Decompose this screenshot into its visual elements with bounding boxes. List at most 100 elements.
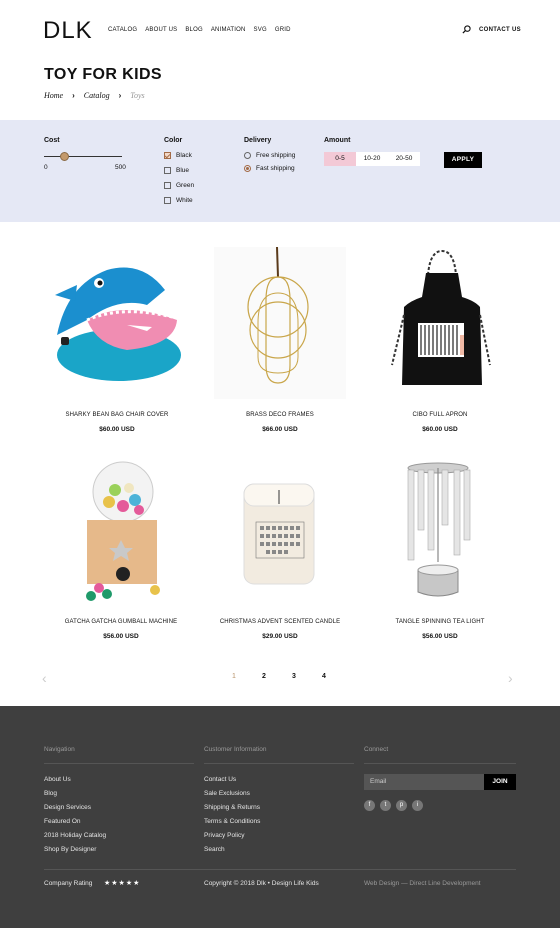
chevron-right-icon[interactable]: › [508,670,513,686]
page-1[interactable]: 1 [230,673,238,680]
cost-slider-track[interactable] [44,156,122,157]
product-image-apron[interactable] [370,245,510,400]
cost-max: 500 [115,164,126,171]
product-name[interactable]: TANGLE SPINNING TEA LIGHT [370,619,510,625]
nav-animation[interactable]: ANIMATION [211,27,246,33]
footer-link[interactable]: Contact Us [204,776,260,783]
page-title: TOY FOR KIDS [44,66,163,83]
product-card[interactable]: BRASS DECO FRAMES $66.00 USD [210,245,350,433]
footer-link[interactable]: Design Services [44,804,106,811]
footer-link[interactable]: 2018 Holiday Catalog [44,832,106,839]
breadcrumb-current: Toys [130,91,145,100]
footer-link[interactable]: Shipping & Returns [204,804,260,811]
pinterest-icon[interactable]: p [396,800,407,811]
color-label: Black [176,152,192,159]
delivery-label: Fast shipping [256,165,295,172]
twitter-icon[interactable]: t [380,800,391,811]
color-label: Blue [176,167,190,174]
delivery-option-free[interactable]: Free shipping [244,152,295,159]
chevron-right-icon: › [72,91,75,100]
amount-option-10-20[interactable]: 10-20 [356,152,388,166]
nav-svg[interactable]: SVG [254,27,267,33]
credit-link[interactable]: Web Design — Direct Line Development [364,880,481,887]
cost-slider-handle[interactable] [60,152,69,161]
color-option-green[interactable]: Green [164,182,194,189]
footer-link[interactable]: Blog [44,790,106,797]
filter-color-title: Color [164,137,183,144]
checkbox[interactable] [164,197,171,204]
footer-link[interactable]: Search [204,846,260,853]
product-price: $56.00 USD [422,633,458,640]
page-4[interactable]: 4 [320,673,328,680]
amount-option-20-50[interactable]: 20-50 [388,152,420,166]
nav-catalog[interactable]: CATALOG [108,27,137,33]
divider [44,763,194,764]
footer-link[interactable]: Sale Exclusions [204,790,260,797]
nav-grid[interactable]: GRID [275,27,291,33]
product-card[interactable]: CHRISTMAS ADVENT SCENTED CANDLE $29.00 U… [210,452,350,640]
chevron-left-icon[interactable]: ‹ [42,670,47,686]
join-button[interactable]: JOIN [484,774,516,790]
product-price: $60.00 USD [99,426,135,433]
delivery-label: Free shipping [256,152,296,159]
delivery-option-fast[interactable]: Fast shipping [244,165,295,172]
nav-about-us[interactable]: ABOUT US [145,27,177,33]
color-label: Green [176,182,195,189]
breadcrumb: Home › Catalog › Toys [44,91,145,100]
product-price: $56.00 USD [103,633,139,640]
footer-connect-title: Connect [364,746,389,753]
filter-amount-title: Amount [324,137,351,144]
divider [364,763,516,764]
footer-nav-title: Navigation [44,746,75,753]
product-name[interactable]: CHRISTMAS ADVENT SCENTED CANDLE [210,619,350,625]
product-image-shark-bean-bag[interactable] [47,245,187,400]
contact-us-link[interactable]: CONTACT US [479,27,521,33]
product-name[interactable]: CIBO FULL APRON [370,412,510,418]
search-icon[interactable] [462,25,471,34]
site-header: DLK CATALOG ABOUT US BLOG ANIMATION SVG … [0,0,560,60]
product-image-tea-light[interactable] [370,452,510,607]
product-card[interactable]: GATCHA GATCHA GUMBALL MACHINE $56.00 USD [51,452,191,640]
product-image-advent-candle[interactable] [210,452,350,607]
color-option-blue[interactable]: Blue [164,167,189,174]
product-name[interactable]: BRASS DECO FRAMES [210,412,350,418]
footer-link[interactable]: About Us [44,776,106,783]
breadcrumb-catalog[interactable]: Catalog [84,91,110,100]
breadcrumb-home[interactable]: Home [44,91,63,100]
amount-option-0-5[interactable]: 0-5 [324,152,356,166]
checkbox[interactable] [164,167,171,174]
footer-link[interactable]: Privacy Policy [204,832,260,839]
email-input[interactable]: Email [364,774,484,790]
footer-nav-list: About Us Blog Design Services Featured O… [44,776,106,853]
instagram-icon[interactable]: i [412,800,423,811]
product-price: $60.00 USD [422,426,458,433]
apply-button[interactable]: APPLY [444,152,482,168]
logo[interactable]: DLK [43,17,93,45]
checkbox[interactable] [164,182,171,189]
footer-customer-list: Contact Us Sale Exclusions Shipping & Re… [204,776,260,853]
footer-link[interactable]: Featured On [44,818,106,825]
facebook-icon[interactable]: f [364,800,375,811]
product-price: $66.00 USD [262,426,298,433]
product-image-brass-frames[interactable] [210,245,350,400]
radio[interactable] [244,165,251,172]
product-name[interactable]: SHARKY BEAN BAG CHAIR COVER [47,412,187,418]
checkbox[interactable] [164,152,171,159]
product-card[interactable]: CIBO FULL APRON $60.00 USD [370,245,510,433]
radio[interactable] [244,152,251,159]
page-2[interactable]: 2 [260,673,268,680]
color-option-black[interactable]: Black [164,152,192,159]
product-name[interactable]: GATCHA GATCHA GUMBALL MACHINE [51,619,191,625]
page-3[interactable]: 3 [290,673,298,680]
product-card[interactable]: TANGLE SPINNING TEA LIGHT $56.00 USD [370,452,510,640]
footer-link[interactable]: Terms & Conditions [204,818,260,825]
color-option-white[interactable]: White [164,197,193,204]
cost-min: 0 [44,164,48,171]
divider [44,869,516,870]
product-card[interactable]: SHARKY BEAN BAG CHAIR COVER $60.00 USD [47,245,187,433]
nav-blog[interactable]: BLOG [185,27,202,33]
product-image-gumball-machine[interactable] [51,452,191,607]
pagination: 1 2 3 4 [230,673,328,680]
footer-link[interactable]: Shop By Designer [44,846,106,853]
filter-cost-title: Cost [44,137,60,144]
